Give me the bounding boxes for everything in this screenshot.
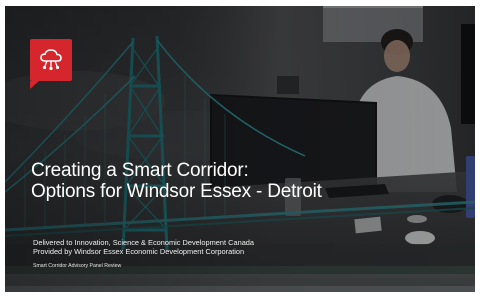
footer-text: Smart Corridor Advisory Panel Review <box>33 263 122 269</box>
delivered-to-text: Delivered to Innovation, Science & Econo… <box>33 238 255 247</box>
slide-title: Creating a Smart Corridor: Options for W… <box>31 160 451 202</box>
logo-badge-tail <box>30 81 39 89</box>
logo-badge <box>30 39 72 81</box>
presentation-slide: Creating a Smart Corridor: Options for W… <box>5 6 475 292</box>
provided-by-text: Provided by Windsor Essex Economic Devel… <box>33 247 245 256</box>
cloud-network-icon <box>40 49 62 71</box>
slide-title-line-2: Options for Windsor Essex - Detroit <box>31 181 322 202</box>
slide-title-line-1: Creating a Smart Corridor: <box>31 160 249 181</box>
